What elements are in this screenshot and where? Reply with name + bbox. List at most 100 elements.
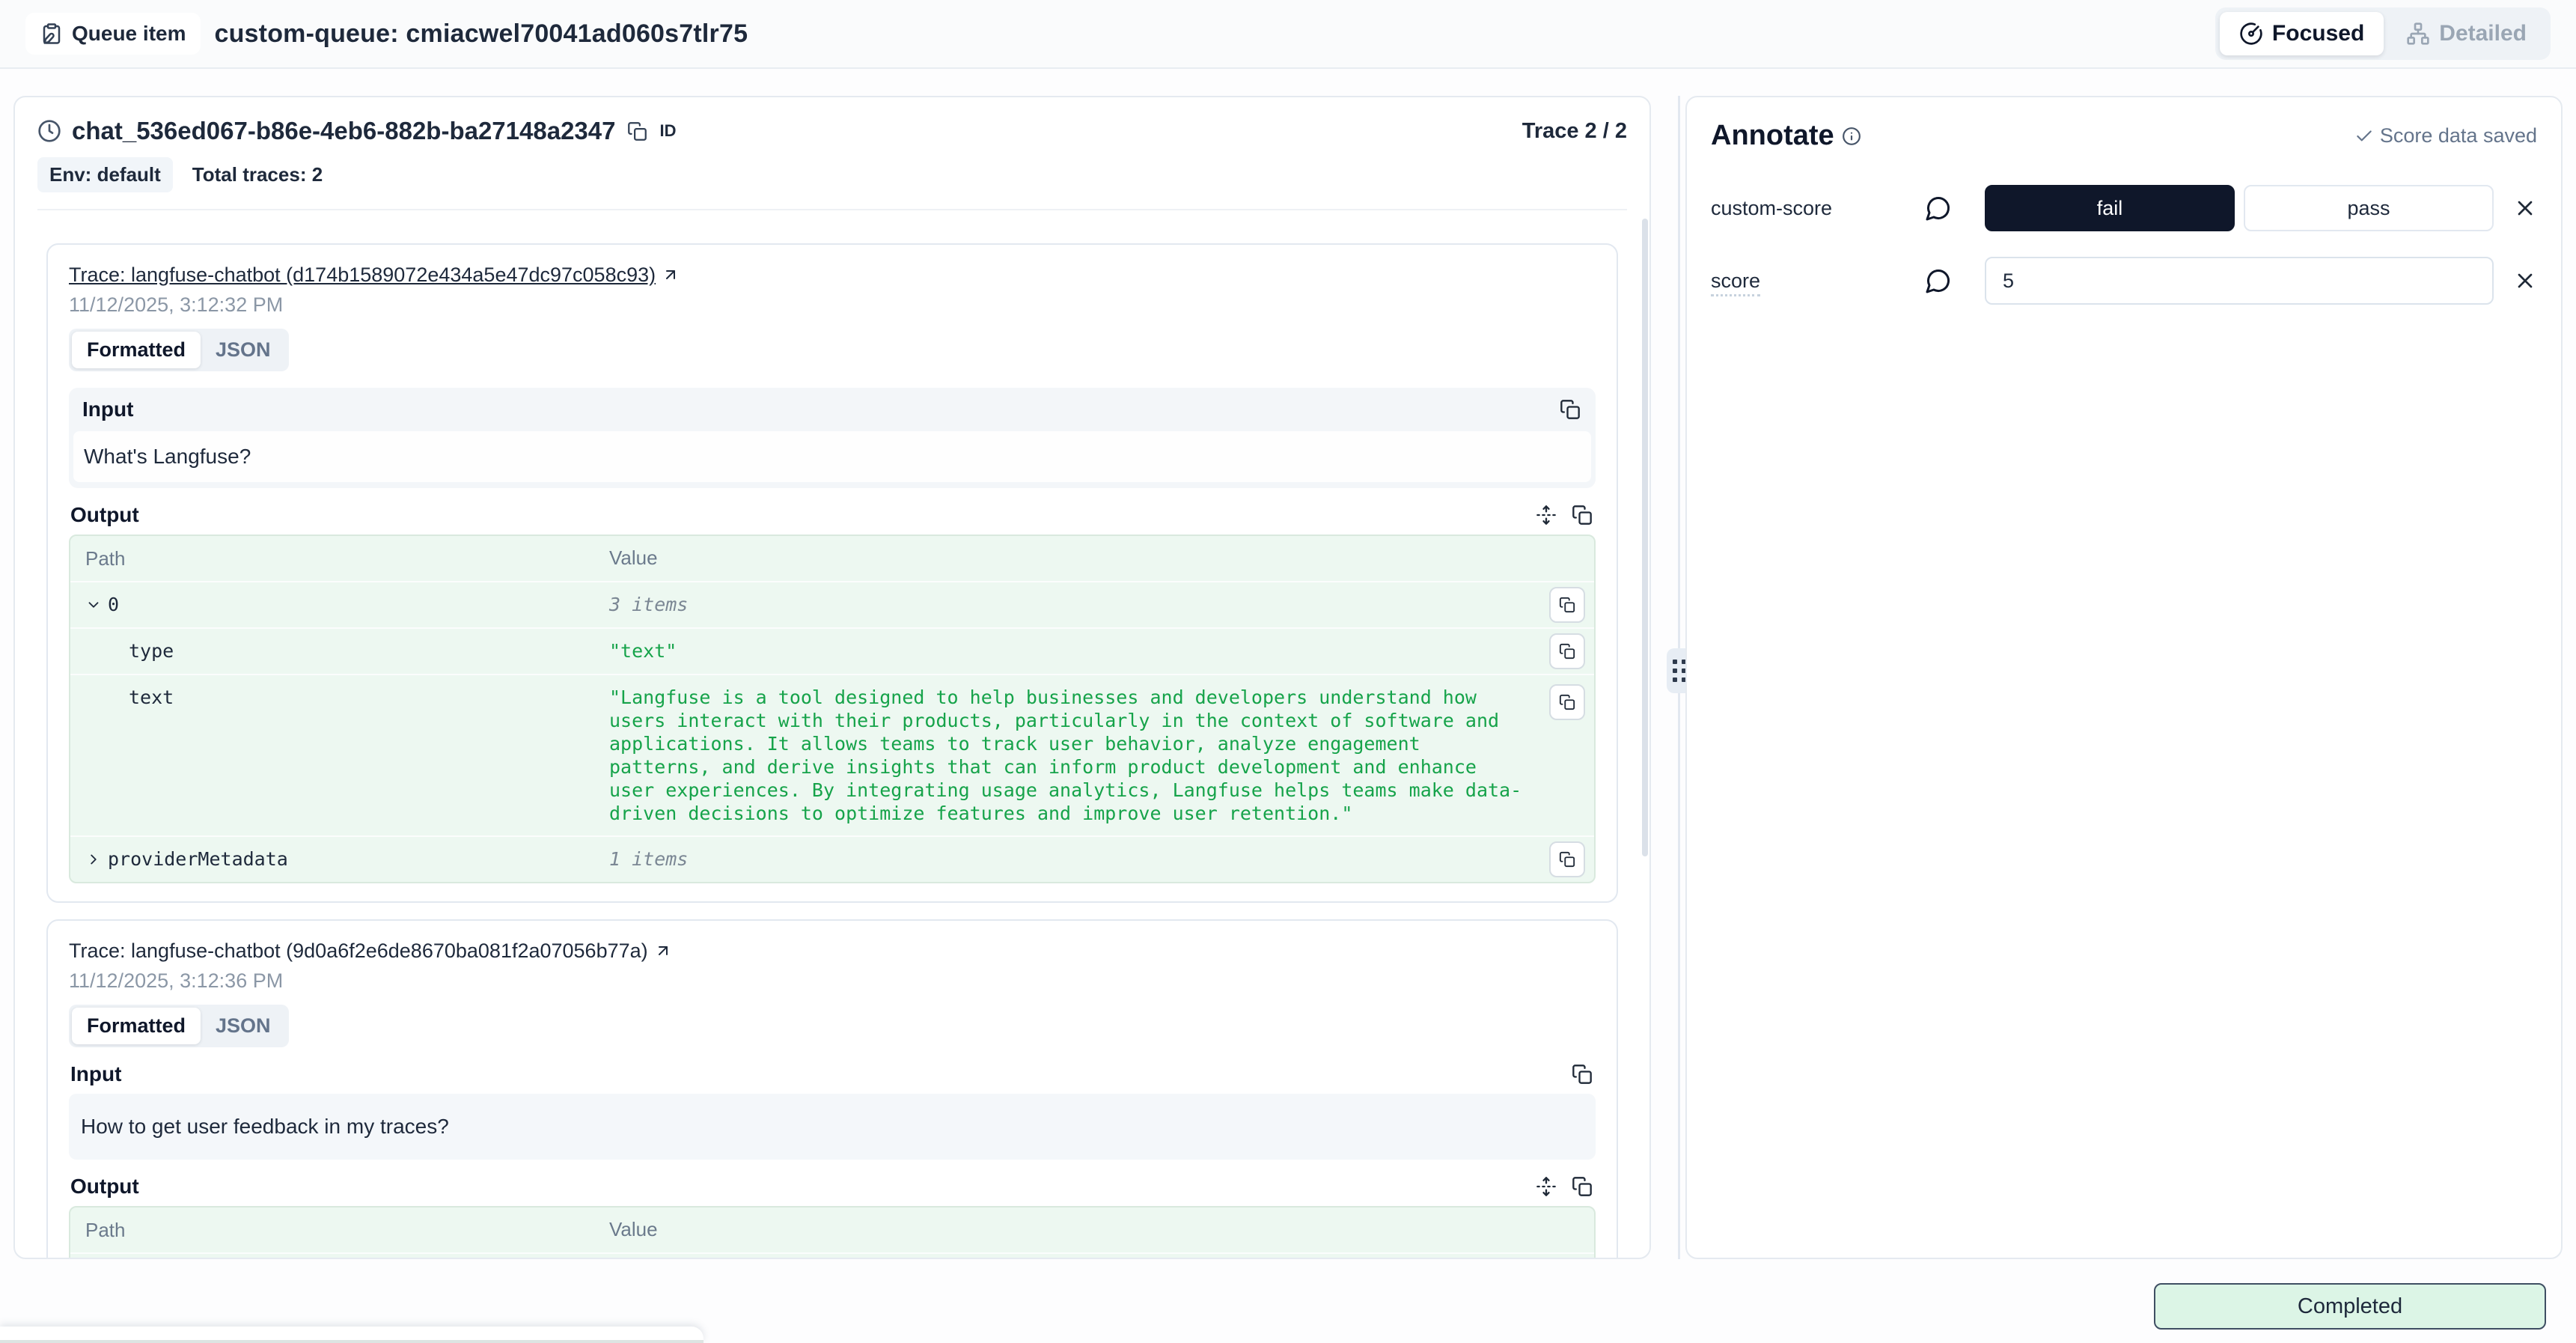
external-link-icon xyxy=(654,942,672,960)
json-key: type xyxy=(129,639,174,663)
trace-link-1[interactable]: Trace: langfuse-chatbot (d174b1589072e43… xyxy=(69,263,680,287)
json-value: 1 items xyxy=(609,847,1579,871)
chevron-down-icon[interactable] xyxy=(85,597,102,613)
score-row-custom-score: custom-score fail pass xyxy=(1711,185,2537,231)
x-icon xyxy=(2513,196,2537,220)
gauge-icon xyxy=(2239,22,2263,46)
trace-card-2: Trace: langfuse-chatbot (9d0a6f2e6de8670… xyxy=(46,919,1618,1259)
score-option-pass-button[interactable]: pass xyxy=(2244,185,2494,231)
input-text-1: What's Langfuse? xyxy=(73,431,1591,482)
json-value: "Langfuse is a tool designed to help bus… xyxy=(609,686,1579,825)
trace-link-2[interactable]: Trace: langfuse-chatbot (9d0a6f2e6de8670… xyxy=(69,939,672,963)
trace-timestamp-1: 11/12/2025, 3:12:32 PM xyxy=(69,293,1596,317)
comment-icon[interactable] xyxy=(1925,267,1952,294)
json-value: "text" xyxy=(609,639,1579,663)
total-traces: Total traces: 2 xyxy=(192,163,323,186)
annotate-title: Annotate xyxy=(1711,120,1834,152)
id-label: ID xyxy=(659,121,676,141)
queue-item-badge-label: Queue item xyxy=(72,22,186,46)
completed-button[interactable]: Completed xyxy=(2154,1283,2546,1330)
tab-formatted-1[interactable]: Formatted xyxy=(72,332,201,368)
copy-icon xyxy=(1572,1064,1593,1085)
save-status: Score data saved xyxy=(2354,124,2537,147)
json-key: providerMetadata xyxy=(108,847,288,871)
output-json-table-1: Path Value 0 3 items xyxy=(69,535,1596,883)
trace-counter: Trace 2 / 2 xyxy=(1522,119,1627,144)
format-tabs-1: Formatted JSON xyxy=(69,329,289,371)
path-column-header: Path xyxy=(85,546,609,570)
copy-output-button-2[interactable] xyxy=(1570,1175,1594,1199)
focused-view-button[interactable]: Focused xyxy=(2220,12,2384,55)
score-name-label: custom-score xyxy=(1711,197,1925,220)
focused-view-label: Focused xyxy=(2272,21,2364,46)
json-value: 3 items xyxy=(609,593,1579,616)
table-row: type "text" xyxy=(70,627,1594,674)
clipboard-pen-icon xyxy=(40,22,63,45)
detailed-view-button[interactable]: Detailed xyxy=(2387,12,2546,55)
json-key: 0 xyxy=(108,593,119,617)
output-header-2: Output xyxy=(69,1175,1596,1199)
copy-input-button-2[interactable] xyxy=(1570,1062,1594,1086)
copy-row-button[interactable] xyxy=(1549,841,1585,877)
copy-row-button[interactable] xyxy=(1549,633,1585,669)
score-value-input[interactable] xyxy=(1985,257,2494,305)
copy-icon xyxy=(627,121,647,141)
copy-input-button-1[interactable] xyxy=(1558,398,1582,421)
copy-icon xyxy=(1559,694,1575,710)
input-label-2: Input xyxy=(70,1062,121,1086)
trace-timestamp-2: 11/12/2025, 3:12:36 PM xyxy=(69,969,1596,993)
view-mode-toggle: Focused Detailed xyxy=(2215,7,2551,60)
table-row: text "Langfuse is a tool designed to hel… xyxy=(70,674,1594,835)
unfold-vertical-icon xyxy=(1536,505,1557,526)
input-text-2: How to get user feedback in my traces? xyxy=(69,1094,1596,1160)
trace-list: Trace: langfuse-chatbot (d174b1589072e43… xyxy=(15,243,1649,1259)
table-row: 0 3 items xyxy=(70,581,1594,627)
copy-icon xyxy=(1572,505,1593,526)
copy-output-button-1[interactable] xyxy=(1570,503,1594,527)
tab-json-1[interactable]: JSON xyxy=(201,332,286,368)
input-section-1: Input What's Langfuse? xyxy=(69,388,1596,488)
copy-row-button[interactable] xyxy=(1549,587,1585,623)
tree-view-icon xyxy=(2406,22,2430,46)
chevron-right-icon[interactable] xyxy=(85,851,102,868)
env-badge: Env: default xyxy=(37,157,173,192)
output-label-1: Output xyxy=(70,503,139,527)
info-icon[interactable] xyxy=(1842,127,1861,146)
output-label-2: Output xyxy=(70,1175,139,1199)
table-header-row: Path Value xyxy=(70,536,1594,581)
annotate-panel: Annotate Score data saved custom-score f… xyxy=(1685,96,2563,1259)
check-icon xyxy=(2354,127,2374,146)
clock-icon xyxy=(37,119,61,143)
score-row-score: score xyxy=(1711,257,2537,305)
delete-score-button[interactable] xyxy=(2513,196,2537,220)
item-title: chat_536ed067-b86e-4eb6-882b-ba27148a234… xyxy=(72,117,615,145)
path-column-header: Path xyxy=(85,1218,609,1242)
output-header-1: Output xyxy=(69,503,1596,527)
tab-formatted-2[interactable]: Formatted xyxy=(72,1008,201,1044)
table-row: providerMetadata 1 items xyxy=(70,835,1594,882)
format-tabs-2: Formatted JSON xyxy=(69,1005,289,1047)
copy-icon xyxy=(1559,597,1575,613)
delete-score-button[interactable] xyxy=(2513,269,2537,293)
expand-output-button-1[interactable] xyxy=(1534,503,1558,527)
item-header: chat_536ed067-b86e-4eb6-882b-ba27148a234… xyxy=(15,97,1649,210)
copy-row-button[interactable] xyxy=(1549,684,1585,720)
score-option-fail-button[interactable]: fail xyxy=(1985,185,2235,231)
value-column-header: Value xyxy=(609,546,658,570)
json-key: text xyxy=(129,686,174,710)
tab-json-2[interactable]: JSON xyxy=(201,1008,286,1044)
trace-card-1: Trace: langfuse-chatbot (d174b1589072e43… xyxy=(46,243,1618,903)
copy-icon xyxy=(1559,851,1575,868)
vertical-scrollbar[interactable] xyxy=(1642,219,1648,856)
copy-icon xyxy=(1560,399,1581,420)
x-icon xyxy=(2513,269,2537,293)
input-header-2: Input xyxy=(69,1062,1596,1086)
copy-icon xyxy=(1559,643,1575,660)
comment-icon[interactable] xyxy=(1925,195,1952,222)
expand-output-button-2[interactable] xyxy=(1534,1175,1558,1199)
copy-id-button[interactable] xyxy=(626,120,649,143)
queue-item-panel: chat_536ed067-b86e-4eb6-882b-ba27148a234… xyxy=(13,96,1651,1259)
output-json-table-2: Path Value 0 3 items xyxy=(69,1206,1596,1259)
unfold-vertical-icon xyxy=(1536,1176,1557,1197)
detailed-view-label: Detailed xyxy=(2439,21,2527,46)
